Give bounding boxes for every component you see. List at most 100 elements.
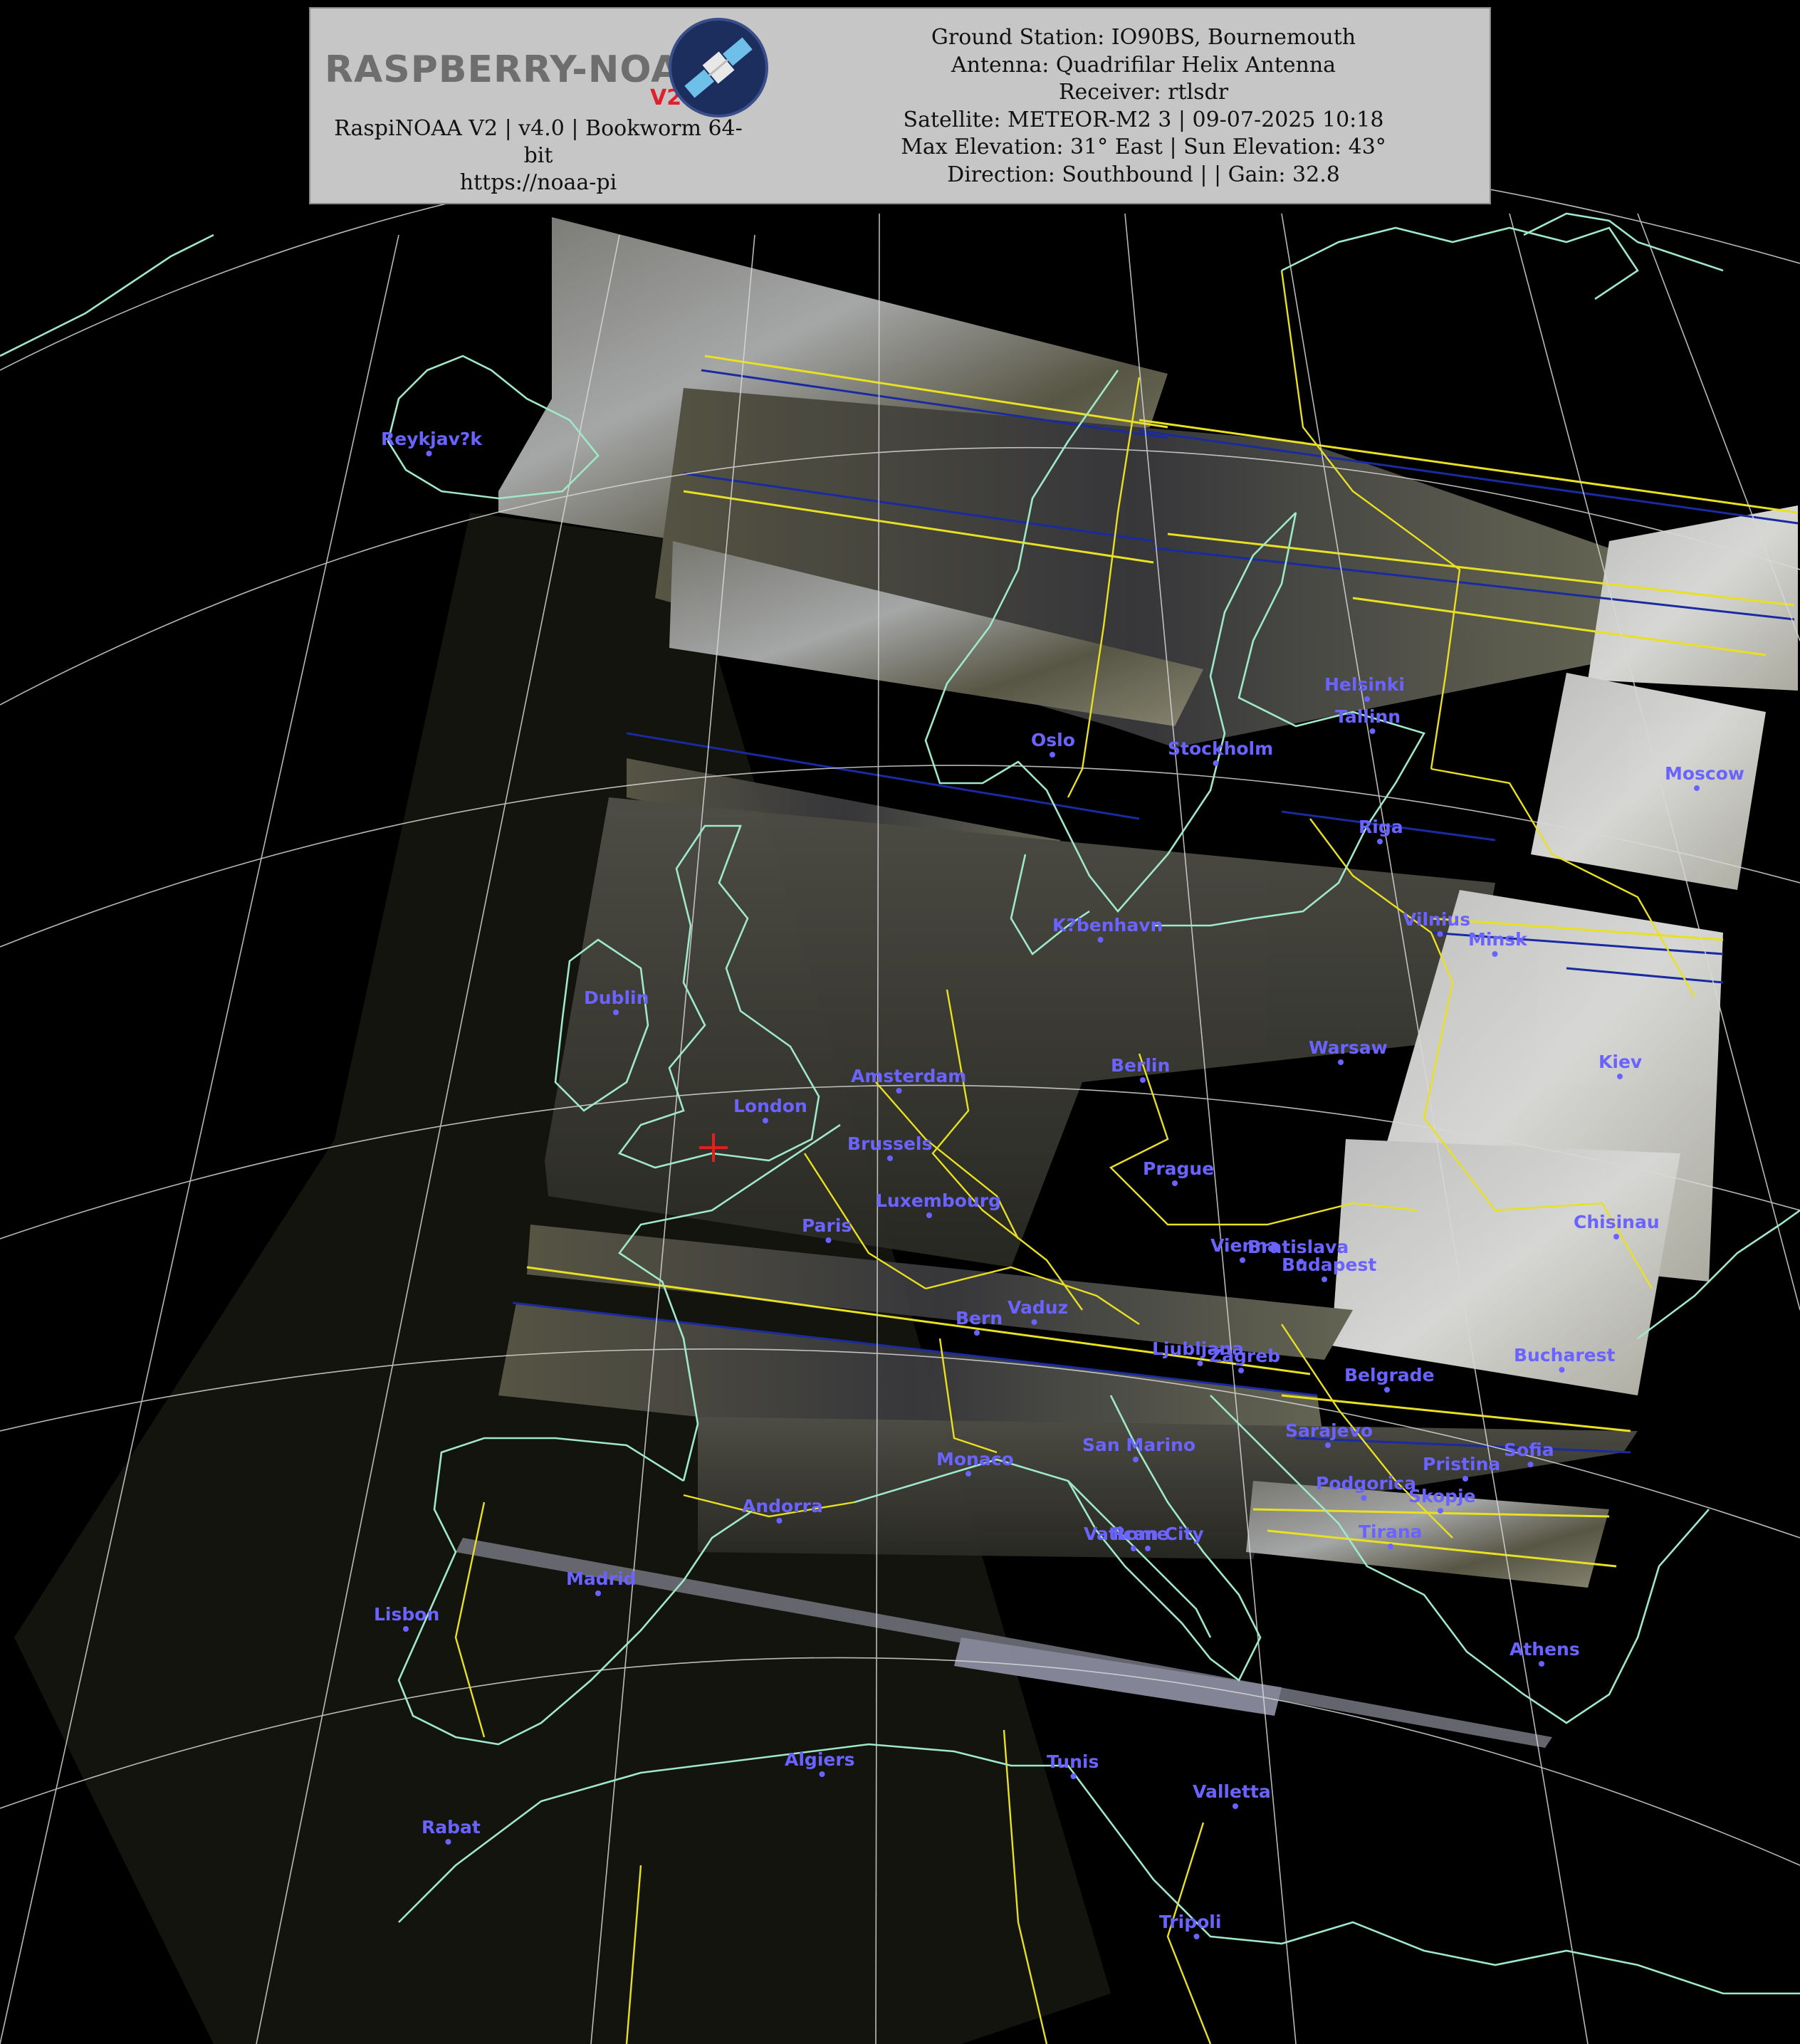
city-marker [1193,1934,1200,1939]
city-label: Sofia [1504,1440,1554,1460]
software-line: bit [523,143,553,168]
city-marker [819,1771,825,1777]
city-label: Valletta [1193,1781,1271,1802]
city-label: Paris [802,1215,852,1236]
city-marker [426,451,432,456]
software-url: https://noaa-pi [459,170,617,195]
city-marker [1145,1546,1151,1551]
pass-info-panel: RASPBERRY-NOAA V2 RaspiNOAA V2 | v4.0 | … [309,7,1491,204]
city-label: London [733,1096,807,1116]
city-label: San Marino [1082,1435,1195,1455]
city-label: Warsaw [1309,1037,1388,1058]
city-label: Moscow [1665,763,1744,784]
city-label: Bucharest [1514,1345,1616,1366]
city-marker [1384,1387,1390,1393]
logo-text: RASPBERRY-NOAA [325,48,710,91]
city-marker [1133,1457,1139,1462]
city-label: Algiers [785,1749,855,1770]
city-marker [1325,1442,1331,1448]
city-label: Monaco [936,1449,1014,1469]
receiver: Receiver: rtlsdr [1058,80,1229,105]
city-marker [1238,1368,1244,1373]
city-label: Berlin [1111,1055,1170,1076]
city-label: Sarajevo [1285,1420,1373,1441]
city-marker [1031,1319,1037,1325]
city-label: Tripoli [1159,1912,1221,1932]
city-label: Kiev [1598,1052,1642,1072]
antenna: Antenna: Quadrifilar Helix Antenna [951,52,1336,78]
city-marker [1559,1367,1565,1373]
city-label: Madrid [566,1568,636,1589]
city-marker [1172,1180,1178,1186]
city-label: Tirana [1359,1521,1423,1542]
city-label: Amsterdam [851,1066,966,1086]
city-label: Tallinn [1335,706,1401,727]
software-line: RaspiNOAA V2 | v4.0 | Bookworm 64- [334,116,743,141]
city-marker [1197,1361,1203,1366]
city-label: Reykjav?k [381,429,483,449]
city-marker [1213,760,1219,766]
city-label: Vilnius [1403,909,1470,930]
city-label: Stockholm [1168,738,1273,759]
city-marker [1388,1544,1393,1549]
city-marker [1097,937,1104,943]
city-label: Lisbon [374,1604,439,1625]
city-marker [966,1471,971,1477]
city-marker [1694,785,1700,791]
city-marker [896,1088,902,1094]
city-marker [1140,1077,1146,1083]
raspberry-noaa-logo: RASPBERRY-NOAA V2 [319,14,789,121]
city-marker [1364,696,1370,702]
city-label: Pristina [1423,1454,1500,1474]
city-marker [1617,1074,1623,1079]
city-label: Oslo [1031,730,1075,750]
city-label: Belgrade [1344,1365,1435,1385]
city-marker [825,1237,832,1243]
city-label: Minsk [1468,929,1528,950]
city-label: Skopje [1408,1486,1476,1506]
city-label: Tunis [1047,1751,1099,1772]
satellite-map: Reykjav?k Oslo Stockholm Helsinki Tallinn Rig… [0,0,1800,2044]
city-marker [1322,1277,1327,1282]
city-label: Podgorica [1316,1473,1416,1494]
city-marker [1492,951,1498,957]
city-marker [403,1626,409,1632]
satellite-icon [669,18,768,117]
city-marker [595,1590,601,1596]
city-label: Brussels [847,1133,932,1154]
city-marker [1527,1462,1534,1467]
city-marker [776,1518,783,1524]
city-label: Dublin [584,987,649,1008]
city-label: Vaduz [1008,1297,1068,1318]
city-marker [1131,1546,1136,1551]
city-marker [926,1212,932,1218]
ground-station: Ground Station: IO90BS, Bournemouth [931,25,1356,50]
city-label: Helsinki [1324,674,1405,695]
city-marker [1361,1495,1367,1501]
satellite: Satellite: METEOR-M2 3 | 09-07-2025 10:1… [903,107,1384,132]
city-marker [1369,728,1376,734]
city-marker [1437,931,1443,937]
city-label: Riga [1359,817,1403,837]
city-marker [1539,1661,1544,1667]
city-label: Andorra [742,1496,823,1516]
city-marker [763,1118,768,1123]
city-marker [613,1010,619,1015]
city-label: Prague [1143,1158,1214,1179]
city-marker [1338,1059,1344,1065]
city-label: Chisinau [1574,1212,1660,1232]
city-marker [1233,1803,1238,1809]
direction-gain: Direction: Southbound | | Gain: 32.8 [947,162,1340,187]
elevation: Max Elevation: 31° East | Sun Elevation:… [901,135,1386,159]
city-marker [1438,1508,1443,1514]
city-marker [974,1330,980,1336]
pass-details: Ground Station: IO90BS, Bournemouth Ante… [823,24,1464,189]
city-label: Bern [956,1308,1003,1328]
city-label: Rome [1112,1524,1168,1544]
city-label: Rabat [422,1817,481,1838]
city-marker [887,1155,893,1161]
city-label: Athens [1509,1639,1580,1660]
city-label: Luxembourg [876,1190,1001,1211]
city-marker [1462,1476,1468,1482]
city-marker [445,1839,451,1845]
